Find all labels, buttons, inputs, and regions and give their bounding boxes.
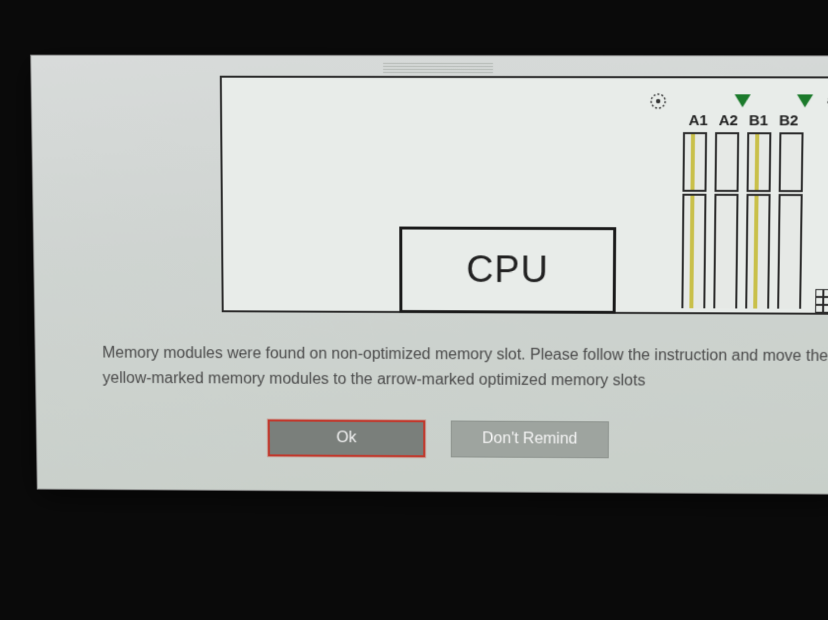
arrow-down-icon [797, 94, 813, 107]
button-row: Ok Don't Remind [37, 418, 828, 459]
cpu-label: CPU [466, 249, 549, 292]
memory-slot-a2 [713, 132, 739, 308]
memory-slot-b1 [745, 132, 771, 308]
slot-labels: A1A2B1B2 [683, 112, 804, 129]
dont-remind-button[interactable]: Don't Remind [451, 420, 609, 458]
slot-label-b2: B2 [773, 112, 803, 129]
warning-message: Memory modules were found on non-optimiz… [102, 341, 828, 396]
grid-icon [815, 289, 828, 313]
slot-label-a1: A1 [683, 112, 713, 129]
memory-slot-a1 [681, 132, 707, 308]
slot-label-a2: A2 [713, 112, 743, 129]
arrow-down-icon [734, 94, 750, 107]
memory-slots [681, 132, 823, 309]
memory-slot-b2 [777, 132, 803, 308]
memory-slot-area: A1A2B1B2 [659, 90, 828, 311]
window-grip-icon [383, 63, 493, 73]
optimized-slot-arrows [691, 94, 822, 110]
motherboard-diagram: CPU A1A2B1B2 [220, 76, 828, 315]
ok-button[interactable]: Ok [268, 419, 425, 457]
slot-label-b1: B1 [743, 112, 773, 129]
gear-icon [649, 92, 667, 115]
cpu-box: CPU [399, 227, 616, 314]
memory-warning-dialog: CPU A1A2B1B2 [30, 55, 828, 495]
